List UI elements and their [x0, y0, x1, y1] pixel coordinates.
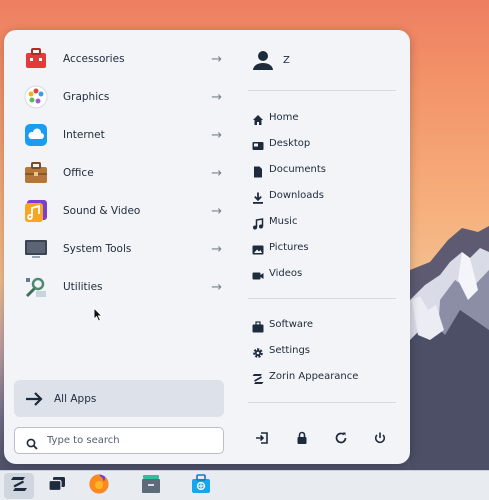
place-pictures[interactable]: Pictures: [252, 236, 309, 258]
all-apps-label: All Apps: [54, 392, 97, 405]
gear-icon: [252, 344, 264, 358]
place-videos[interactable]: Videos: [252, 262, 302, 284]
place-label: Downloads: [269, 189, 324, 201]
log-out-icon[interactable]: [254, 430, 270, 446]
arrow-right-icon: [24, 389, 44, 409]
category-office[interactable]: Office →: [14, 156, 232, 190]
taskbar: [0, 470, 489, 500]
document-icon: [252, 163, 264, 178]
workspaces-button[interactable]: [42, 473, 72, 499]
arrow-right-icon: →: [211, 241, 222, 257]
files-button[interactable]: [136, 473, 166, 499]
category-label: Internet: [63, 129, 105, 141]
music-icon: [24, 199, 48, 223]
place-music[interactable]: Music: [252, 210, 297, 232]
arrow-right-icon: →: [211, 51, 222, 67]
place-label: Desktop: [269, 137, 311, 149]
category-graphics[interactable]: Graphics →: [14, 80, 232, 114]
category-label: Graphics: [63, 91, 110, 103]
category-internet[interactable]: Internet →: [14, 118, 232, 152]
category-label: System Tools: [63, 243, 132, 255]
power-icon[interactable]: [372, 430, 388, 446]
desktop-icon: [252, 137, 264, 150]
utilities-icon: [24, 275, 48, 299]
divider: [248, 402, 396, 403]
software-bag-icon: [252, 318, 264, 333]
search-icon: [26, 435, 38, 450]
system-software[interactable]: Software: [252, 313, 313, 335]
toolbox-icon: [24, 47, 48, 71]
start-menu: Accessories → Graphics → Internet → Offi…: [4, 30, 410, 464]
divider: [248, 90, 396, 91]
place-desktop[interactable]: Desktop: [252, 132, 310, 154]
user-avatar-icon: [252, 49, 274, 71]
arrow-right-icon: →: [211, 127, 222, 143]
category-label: Sound & Video: [63, 205, 141, 217]
picture-icon: [252, 241, 264, 255]
divider: [248, 298, 396, 299]
place-documents[interactable]: Documents: [252, 158, 326, 180]
category-label: Office: [63, 167, 94, 179]
music-note-icon: [252, 215, 264, 230]
monitor-icon: [24, 237, 48, 261]
firefox-icon: [88, 473, 110, 499]
palette-icon: [24, 85, 48, 109]
zorin-logo-icon: [10, 475, 28, 497]
all-apps-button[interactable]: All Apps: [14, 380, 224, 417]
cloud-icon: [24, 123, 48, 147]
system-settings[interactable]: Settings: [252, 339, 310, 361]
system-label: Zorin Appearance: [269, 370, 359, 382]
place-home[interactable]: Home: [252, 106, 299, 128]
category-system-tools[interactable]: System Tools →: [14, 232, 232, 266]
mouse-pointer-icon: [93, 306, 103, 327]
arrow-right-icon: →: [211, 279, 222, 295]
place-label: Home: [269, 111, 299, 123]
category-accessories[interactable]: Accessories →: [14, 42, 232, 76]
file-cabinet-icon: [140, 473, 162, 499]
system-label: Settings: [269, 344, 311, 356]
place-label: Documents: [269, 163, 327, 175]
download-icon: [252, 189, 264, 204]
briefcase-icon: [24, 161, 48, 185]
search-input[interactable]: [47, 435, 207, 446]
search-box: [14, 427, 224, 454]
zorin-logo-icon: [252, 370, 264, 384]
restart-icon[interactable]: [333, 430, 349, 446]
system-zorin-appearance[interactable]: Zorin Appearance: [252, 365, 358, 387]
firefox-button[interactable]: [84, 473, 114, 499]
category-label: Utilities: [63, 281, 103, 293]
lock-icon[interactable]: [294, 430, 310, 446]
place-label: Videos: [269, 267, 303, 279]
software-store-button[interactable]: [186, 473, 216, 499]
store-bag-icon: [190, 473, 212, 499]
arrow-right-icon: →: [211, 203, 222, 219]
system-label: Software: [269, 318, 314, 330]
place-label: Music: [269, 215, 298, 227]
video-icon: [252, 267, 264, 280]
category-utilities[interactable]: Utilities →: [14, 270, 232, 304]
home-icon: [252, 111, 264, 125]
category-label: Accessories: [63, 53, 125, 65]
arrow-right-icon: →: [211, 89, 222, 105]
windows-icon: [48, 475, 66, 497]
arrow-right-icon: →: [211, 165, 222, 181]
category-sound-video[interactable]: Sound & Video →: [14, 194, 232, 228]
user-name: Z: [283, 54, 290, 66]
user-account[interactable]: Z: [252, 48, 290, 72]
place-downloads[interactable]: Downloads: [252, 184, 324, 206]
zorin-menu-button[interactable]: [4, 473, 34, 499]
place-label: Pictures: [269, 241, 309, 253]
